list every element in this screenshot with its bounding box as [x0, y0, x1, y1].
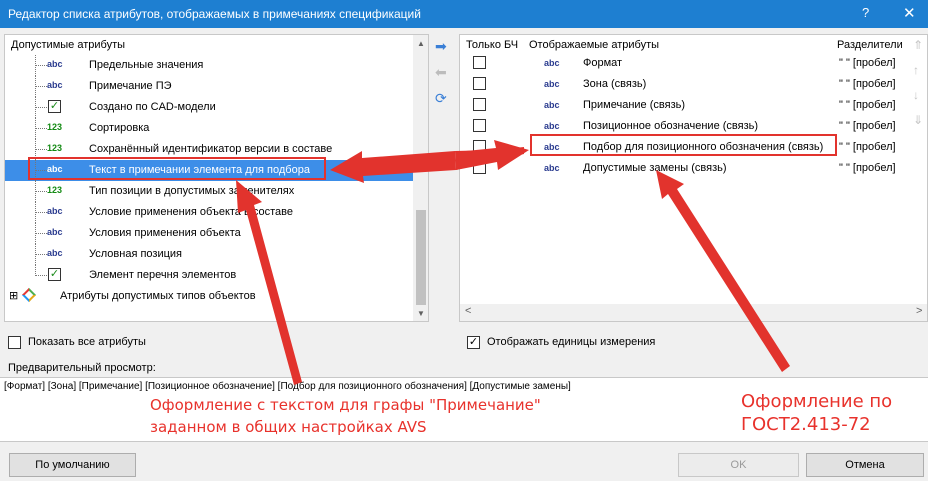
tree-item-label: Сортировка	[89, 122, 150, 134]
text-type-icon: abc	[544, 79, 560, 89]
available-attributes-header: Допустимые атрибуты	[11, 39, 126, 51]
scroll-down-icon[interactable]: ▼	[417, 309, 425, 318]
attribute-name: Позиционное обозначение (связь)	[583, 120, 759, 132]
column-header-displayed-attributes[interactable]: Отображаемые атрибуты	[529, 39, 659, 51]
text-type-icon: abc	[544, 100, 560, 110]
grid-row-note[interactable]: abc Примечание (связь) " " [пробел]	[460, 95, 927, 116]
text-type-icon: abc	[544, 163, 560, 173]
tree-item-label: Условная позиция	[89, 248, 183, 260]
tree-item-element-list[interactable]: ✓ Элемент перечня элементов	[5, 265, 418, 286]
column-header-separators[interactable]: Разделители	[837, 39, 903, 51]
displayed-attributes-panel[interactable]: Только БЧ Отображаемые атрибуты Разделит…	[459, 34, 928, 322]
scroll-left-icon[interactable]: <	[465, 305, 471, 317]
tree-item-position-type[interactable]: 123 Тип позиции в допустимых заменителях	[5, 181, 418, 202]
tree-item-label: Примечание ПЭ	[89, 80, 172, 92]
tree-item-conditions[interactable]: abc Условия применения объекта	[5, 223, 418, 244]
number-type-icon: 123	[47, 122, 63, 132]
tree-item-conditional-position[interactable]: abc Условная позиция	[5, 244, 418, 265]
remove-attribute-arrow-left-icon[interactable]: ⬅	[435, 64, 447, 81]
move-down-icon[interactable]: ↓	[913, 88, 919, 102]
separator-value[interactable]: " " [пробел]	[839, 57, 896, 69]
tree-item-created-by-cad[interactable]: ✓ Создано по CAD-модели	[5, 97, 418, 118]
right-horizontal-scrollbar[interactable]: < >	[460, 304, 927, 321]
tree-group-allowed-types[interactable]: ⊞ Атрибуты допустимых типов объектов	[5, 286, 418, 307]
transfer-toolbar: ➡ ⬅ ⟳	[431, 34, 455, 134]
move-bottom-icon[interactable]: ⇓	[913, 113, 923, 127]
help-button[interactable]: ?	[862, 5, 869, 20]
left-scrollbar-thumb[interactable]	[416, 210, 426, 305]
left-vertical-scrollbar[interactable]: ▲ ▼	[413, 35, 428, 321]
annotation-left-line2: заданном в общих настройках AVS	[150, 418, 427, 436]
separator-value[interactable]: " " [пробел]	[839, 99, 896, 111]
text-type-icon: abc	[47, 59, 63, 69]
checkbox-type-icon: ✓	[48, 100, 61, 113]
checkbox-box[interactable]: ✓	[467, 336, 480, 349]
move-top-icon[interactable]: ⇑	[913, 38, 923, 52]
tree-item-note-pe[interactable]: abc Примечание ПЭ	[5, 76, 418, 97]
show-all-attributes-label: Показать все атрибуты	[28, 336, 146, 348]
only-bch-checkbox[interactable]	[473, 98, 486, 111]
text-type-icon: abc	[47, 248, 63, 258]
attribute-name: Зона (связь)	[583, 78, 647, 90]
separator-value[interactable]: " " [пробел]	[839, 78, 896, 90]
only-bch-checkbox[interactable]	[473, 56, 486, 69]
grid-row-allowed-replacements[interactable]: abc Допустимые замены (связь) " " [пробе…	[460, 158, 927, 179]
only-bch-checkbox[interactable]	[473, 140, 486, 153]
ok-button[interactable]: OK	[678, 453, 799, 477]
preview-text: [Формат] [Зона] [Примечание] [Позиционно…	[4, 381, 571, 392]
attribute-name: Формат	[583, 57, 623, 69]
highlight-box-left	[28, 157, 326, 180]
separator-value[interactable]: " " [пробел]	[839, 141, 896, 153]
highlight-box-right	[530, 134, 837, 156]
tree-item-label: Условие применения объекта в составе	[89, 206, 293, 218]
tree-item-label: Сохранённый идентификатор версии в соста…	[89, 143, 333, 155]
tree-item-limit-values[interactable]: abc Предельные значения	[5, 55, 418, 76]
column-header-only-bch[interactable]: Только БЧ	[466, 39, 518, 51]
tree-item-label: Тип позиции в допустимых заменителях	[89, 185, 295, 197]
separator-value[interactable]: " " [пробел]	[839, 120, 896, 132]
only-bch-checkbox[interactable]	[473, 119, 486, 132]
grid-row-zone[interactable]: abc Зона (связь) " " [пробел]	[460, 74, 927, 95]
tree-item-condition-in-assembly[interactable]: abc Условие применения объекта в составе	[5, 202, 418, 223]
title-bar: Редактор списка атрибутов, отображаемых …	[0, 0, 928, 28]
object-types-icon	[21, 287, 37, 303]
only-bch-checkbox[interactable]	[473, 77, 486, 90]
attribute-name: Примечание (связь)	[583, 99, 686, 111]
tree-item-sorting[interactable]: 123 Сортировка	[5, 118, 418, 139]
annotation-left-line1: Оформление с текстом для графы "Примечан…	[150, 396, 541, 414]
window-title: Редактор списка атрибутов, отображаемых …	[8, 7, 421, 21]
tree-item-label: Предельные значения	[89, 59, 204, 71]
checkbox-type-icon: ✓	[48, 268, 61, 281]
tree-group-label: Атрибуты допустимых типов объектов	[60, 290, 256, 302]
default-button[interactable]: По умолчанию	[9, 453, 136, 477]
close-button[interactable]: ✕	[903, 4, 916, 22]
text-type-icon: abc	[47, 206, 63, 216]
grid-row-format[interactable]: abc Формат " " [пробел]	[460, 53, 927, 74]
preview-label: Предварительный просмотр:	[8, 362, 156, 374]
text-type-icon: abc	[544, 121, 560, 131]
annotation-right-line2: ГОСТ2.413-72	[741, 414, 871, 435]
text-type-icon: abc	[544, 58, 560, 68]
cancel-button[interactable]: Отмена	[806, 453, 924, 477]
expand-icon[interactable]: ⊞	[9, 289, 18, 302]
number-type-icon: 123	[47, 185, 63, 195]
refresh-icon[interactable]: ⟳	[435, 90, 447, 107]
tree-item-label: Условия применения объекта	[89, 227, 241, 239]
checkbox-box[interactable]	[8, 336, 21, 349]
add-attribute-arrow-right-icon[interactable]: ➡	[435, 38, 447, 55]
move-up-icon[interactable]: ↑	[913, 63, 919, 77]
annotation-right-line1: Оформление по	[741, 391, 893, 412]
show-units-label: Отображать единицы измерения	[487, 336, 656, 348]
separator-value[interactable]: " " [пробел]	[839, 162, 896, 174]
tree-item-label: Элемент перечня элементов	[89, 269, 237, 281]
tree-item-label: Создано по CAD-модели	[89, 101, 216, 113]
only-bch-checkbox[interactable]	[473, 161, 486, 174]
text-type-icon: abc	[47, 80, 63, 90]
number-type-icon: 123	[47, 143, 63, 153]
scroll-up-icon[interactable]: ▲	[417, 39, 425, 48]
scroll-right-icon[interactable]: >	[916, 305, 922, 317]
text-type-icon: abc	[47, 227, 63, 237]
attribute-name: Допустимые замены (связь)	[583, 162, 727, 174]
